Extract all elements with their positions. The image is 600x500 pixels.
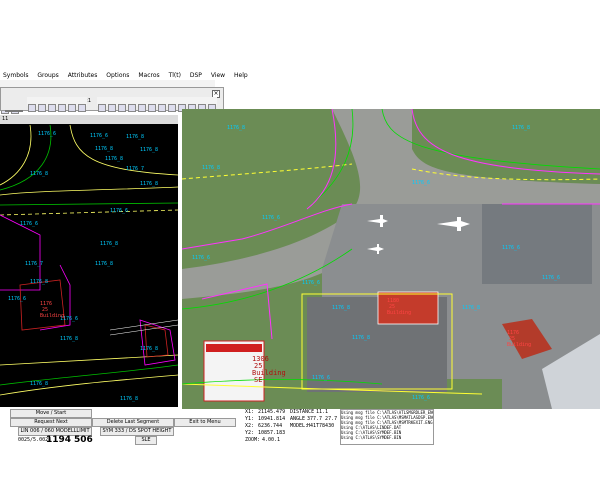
x2-label: X2: bbox=[245, 423, 255, 429]
value2-readout: 506 bbox=[74, 435, 93, 445]
spot-height-label: 1176_6 bbox=[502, 245, 520, 251]
move-start-button[interactable]: Move / Start bbox=[10, 409, 92, 418]
spot-height-label: 1176_8 bbox=[95, 146, 113, 152]
angle-value: 377.7 27.7 bbox=[307, 416, 338, 422]
distance-label: DISTANCE bbox=[290, 409, 315, 415]
request-next-button[interactable]: Request Next bbox=[10, 418, 92, 427]
y2-value: 10857.183 bbox=[258, 430, 286, 436]
spot-height-label: 1176_6 bbox=[38, 131, 56, 137]
spot-height-label: 1176_8 bbox=[95, 261, 113, 267]
menu-help[interactable]: Help bbox=[234, 70, 248, 81]
spot-height-label: 1176_6 bbox=[192, 255, 210, 261]
command-panel: Move / Start Request Next Delete Last Se… bbox=[0, 409, 600, 445]
spot-height-label: 1176_6 bbox=[8, 296, 26, 302]
x1-value: 21145.479 bbox=[258, 409, 286, 415]
sle-button[interactable]: SLE bbox=[135, 436, 157, 445]
tool-icon[interactable] bbox=[158, 104, 166, 112]
zoom-label: ZOOM: bbox=[245, 437, 261, 443]
spot-height-label: 1176_6 bbox=[90, 133, 108, 139]
tool-icon[interactable] bbox=[128, 104, 136, 112]
zoom-value: 4.00.1 bbox=[262, 437, 281, 443]
distance-value: 11.1 bbox=[316, 409, 329, 415]
spot-height-label: 1176_8 bbox=[100, 241, 118, 247]
road-edge bbox=[0, 124, 32, 186]
spot-height-label: 1176_8 bbox=[227, 125, 245, 131]
spot-height-label: 1176_6 bbox=[262, 215, 280, 221]
spot-height-label: 1176_6 bbox=[312, 375, 330, 381]
building-label: Building bbox=[387, 310, 411, 316]
tool-icon[interactable] bbox=[138, 104, 146, 112]
spot-height-label: 1176_6 bbox=[412, 395, 430, 401]
spot-height-label: 1176_8 bbox=[30, 279, 48, 285]
value1-readout: 1194 bbox=[46, 435, 72, 445]
vector-view[interactable]: 1176_6 1176_6 1176_8 1176_8 1176_8 1176_… bbox=[0, 115, 179, 407]
tool-icon[interactable] bbox=[108, 104, 116, 112]
symbol-select[interactable]: SYM 333 / DS SPOT HEIGHT bbox=[100, 427, 174, 436]
y2-label: Y2: bbox=[245, 430, 255, 436]
spot-height-label: 1176_8 bbox=[202, 165, 220, 171]
spot-height-label: 1176_7 bbox=[126, 166, 144, 172]
log-line: Using C:\ATLAS\SYMDEF.BIN bbox=[341, 435, 402, 440]
model-label: MODEL: bbox=[290, 423, 309, 429]
x2-value: 6236.744 bbox=[258, 423, 283, 429]
spot-height-label: 1176_8 bbox=[140, 346, 158, 352]
header-text: 11 bbox=[2, 116, 9, 122]
spot-height-label: 1176_8 bbox=[60, 336, 78, 342]
spot-height-label: 1176_8 bbox=[120, 396, 138, 402]
tool-icon[interactable] bbox=[148, 104, 156, 112]
spot-height-label: 1176_8 bbox=[332, 305, 350, 311]
spot-height-label: 1176_8 bbox=[30, 381, 48, 387]
spot-height-label: 1176_6 bbox=[20, 221, 38, 227]
previous-icon[interactable] bbox=[78, 104, 86, 112]
zoom-slider[interactable] bbox=[5, 110, 23, 112]
delete-last-segment-button[interactable]: Delete Last Segment bbox=[92, 418, 174, 427]
angle-label: ANGLE bbox=[290, 416, 306, 422]
road-edge bbox=[69, 124, 179, 176]
vector-view-header: 11 bbox=[0, 115, 178, 124]
tool-icon[interactable] bbox=[168, 104, 176, 112]
spot-height-label: 1176_8 bbox=[140, 147, 158, 153]
spot-height-label: 1176_8 bbox=[30, 171, 48, 177]
vector-canvas: 1176_6 1176_6 1176_8 1176_8 1176_8 1176_… bbox=[0, 124, 179, 402]
spot-height-label: 1176_8 bbox=[126, 134, 144, 140]
spot-height-label: 1176_8 bbox=[105, 156, 123, 162]
building bbox=[377, 291, 439, 325]
message-log[interactable]: Using msg file C:\ATLAS\ATLSMGRDLER_ENG.… bbox=[340, 409, 434, 445]
spot-height-label: 1176_6 bbox=[110, 208, 128, 214]
tool-icon[interactable] bbox=[118, 104, 126, 112]
pan-icon[interactable] bbox=[48, 104, 56, 112]
exit-to-menu-button[interactable]: Exit to Menu bbox=[174, 418, 236, 427]
zoom-in-icon[interactable] bbox=[28, 104, 36, 112]
building-label: SE bbox=[254, 376, 262, 384]
zoom-out-icon[interactable] bbox=[38, 104, 46, 112]
spot-height-label: 1176_6 bbox=[412, 180, 430, 186]
view-toolbar-window: × 1:1 bbox=[0, 87, 224, 112]
building-label: Building bbox=[507, 342, 531, 348]
spot-height-label: 1176_8 bbox=[352, 335, 370, 341]
spot-height-label: 1176_8 bbox=[140, 181, 158, 187]
building-label: Building bbox=[40, 313, 64, 319]
fit-icon[interactable] bbox=[58, 104, 66, 112]
spot-height-label: 1176_6 bbox=[302, 280, 320, 286]
y1-value: 10941.814 bbox=[258, 416, 286, 422]
spot-height-label: 1176_7 bbox=[25, 261, 43, 267]
spot-height-label: 1176_6 bbox=[542, 275, 560, 281]
orthophoto-view[interactable]: 1176_8 1176_8 1176_8 1176_6 1176_6 1176_… bbox=[181, 108, 600, 409]
tool-icon[interactable] bbox=[98, 104, 106, 112]
spot-height-label: 1176_8 bbox=[512, 125, 530, 131]
spot-height-label: 1176_8 bbox=[462, 305, 480, 311]
orthophoto-canvas: 1176_8 1176_8 1176_8 1176_6 1176_6 1176_… bbox=[181, 108, 600, 409]
y1-label: Y1: bbox=[245, 416, 255, 422]
model-value: H41T78430 bbox=[307, 423, 335, 429]
x1-label: X1: bbox=[245, 409, 255, 415]
window-icon[interactable] bbox=[68, 104, 76, 112]
